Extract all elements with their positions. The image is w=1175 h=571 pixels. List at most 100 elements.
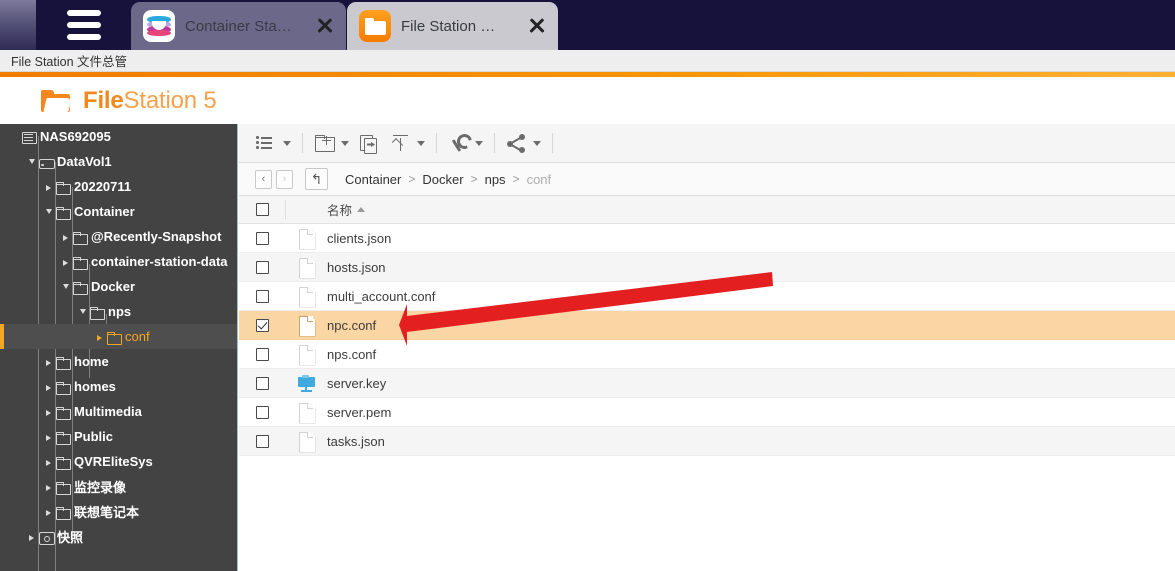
- table-row[interactable]: nps.conf: [239, 340, 1175, 369]
- tab-label: Container Sta…: [185, 17, 292, 35]
- folder-icon: [55, 504, 74, 520]
- tree-item-container[interactable]: Container: [0, 199, 237, 224]
- close-icon[interactable]: [314, 15, 336, 37]
- tree-item-20220711[interactable]: 20220711: [0, 174, 237, 199]
- breadcrumb-item-docker[interactable]: Docker: [422, 172, 463, 187]
- table-row[interactable]: multi_account.conf: [239, 282, 1175, 311]
- close-icon[interactable]: [526, 15, 548, 37]
- chevron-down-icon[interactable]: [42, 204, 55, 219]
- chevron-right-icon[interactable]: [42, 429, 55, 444]
- file-name: npc.conf: [327, 317, 377, 333]
- breadcrumb-item-nps[interactable]: nps: [485, 172, 506, 187]
- folder-icon: [55, 404, 74, 420]
- row-icon-cell: [285, 374, 327, 392]
- hamburger-icon[interactable]: [62, 4, 106, 46]
- table-row[interactable]: server.key: [239, 369, 1175, 398]
- new-folder-button[interactable]: [309, 129, 354, 157]
- copy-to-button[interactable]: [354, 129, 385, 157]
- row-checkbox[interactable]: [255, 231, 269, 245]
- tree-item-qvrelitesys[interactable]: QVREliteSys: [0, 449, 237, 474]
- tree-item-home[interactable]: home: [0, 349, 237, 374]
- tree-item-[interactable]: 监控录像: [0, 474, 237, 499]
- breadcrumb-separator: >: [470, 172, 478, 186]
- file-name: server.key: [327, 375, 387, 391]
- table-row[interactable]: tasks.json: [239, 427, 1175, 456]
- folder-icon: [55, 379, 74, 395]
- chevron-right-icon[interactable]: [59, 254, 72, 269]
- row-checkbox-cell[interactable]: [239, 289, 285, 303]
- row-checkbox[interactable]: [255, 260, 269, 274]
- tree-item-multimedia[interactable]: Multimedia: [0, 399, 237, 424]
- up-one-level-button[interactable]: ↰: [305, 168, 328, 190]
- chevron-right-icon[interactable]: [42, 479, 55, 494]
- file-list[interactable]: clients.json hosts.json multi_account.conf…: [239, 224, 1175, 456]
- chevron-down-icon[interactable]: [475, 140, 483, 146]
- table-row[interactable]: server.pem: [239, 398, 1175, 427]
- row-checkbox[interactable]: [255, 434, 269, 448]
- row-checkbox-cell[interactable]: [239, 318, 285, 332]
- chevron-right-icon[interactable]: [42, 404, 55, 419]
- folder-tree-sidebar[interactable]: NAS692095 DataVol1 20220711 Container @Recen…: [0, 124, 238, 571]
- chevron-down-icon[interactable]: [59, 279, 72, 294]
- folder-icon: [41, 89, 72, 113]
- container-station-icon: [143, 10, 175, 42]
- row-checkbox[interactable]: [255, 289, 269, 303]
- row-checkbox[interactable]: [255, 376, 269, 390]
- table-row[interactable]: npc.conf: [239, 311, 1175, 340]
- tab-file-station[interactable]: File Station …: [347, 2, 558, 50]
- back-button[interactable]: ‹: [255, 169, 272, 189]
- upload-button[interactable]: [385, 129, 430, 157]
- row-checkbox[interactable]: [255, 347, 269, 361]
- chevron-right-icon[interactable]: [25, 529, 38, 544]
- chevron-down-icon[interactable]: [533, 140, 541, 146]
- tree-item-homes[interactable]: homes: [0, 374, 237, 399]
- tab-container-station[interactable]: Container Sta…: [131, 2, 346, 50]
- select-all-cell[interactable]: [239, 203, 285, 216]
- view-mode-button[interactable]: [251, 129, 296, 157]
- select-all-checkbox[interactable]: [255, 203, 269, 216]
- row-checkbox[interactable]: [255, 405, 269, 419]
- chevron-right-icon[interactable]: [42, 179, 55, 194]
- chevron-right-icon[interactable]: [93, 329, 106, 344]
- tree-item-[interactable]: 联想笔记本: [0, 499, 237, 524]
- chevron-right-icon[interactable]: [42, 454, 55, 469]
- column-header-name[interactable]: 名称: [327, 200, 366, 219]
- breadcrumb-separator: >: [512, 172, 520, 186]
- table-row[interactable]: clients.json: [239, 224, 1175, 253]
- share-button[interactable]: [501, 129, 546, 157]
- table-row[interactable]: hosts.json: [239, 253, 1175, 282]
- volume-icon: [38, 154, 57, 170]
- tree-item-conf[interactable]: conf: [0, 324, 237, 349]
- tree-item-recently-snapshot[interactable]: @Recently-Snapshot: [0, 224, 237, 249]
- tools-button[interactable]: [443, 129, 488, 157]
- chevron-down-icon[interactable]: [76, 304, 89, 319]
- chevron-right-icon[interactable]: [42, 354, 55, 369]
- chevron-right-icon[interactable]: [42, 504, 55, 519]
- row-checkbox[interactable]: [255, 318, 269, 332]
- breadcrumb-item-container[interactable]: Container: [345, 172, 401, 187]
- tree-item-[interactable]: 快照: [0, 524, 237, 549]
- row-checkbox-cell[interactable]: [239, 434, 285, 448]
- chevron-right-icon[interactable]: [59, 229, 72, 244]
- row-checkbox-cell[interactable]: [239, 260, 285, 274]
- chevron-down-icon[interactable]: [341, 140, 349, 146]
- chevron-right-icon[interactable]: [42, 379, 55, 394]
- tree-item-docker[interactable]: Docker: [0, 274, 237, 299]
- folder-icon: [72, 279, 91, 295]
- tree-item-public[interactable]: Public: [0, 424, 237, 449]
- chevron-down-icon[interactable]: [25, 154, 38, 169]
- row-checkbox-cell[interactable]: [239, 405, 285, 419]
- chevron-down-icon[interactable]: [417, 140, 425, 146]
- row-checkbox-cell[interactable]: [239, 347, 285, 361]
- tree-item-nas692095[interactable]: NAS692095: [0, 124, 237, 149]
- forward-button[interactable]: ›: [276, 169, 293, 189]
- tree-item-container-station-data[interactable]: container-station-data: [0, 249, 237, 274]
- row-checkbox-cell[interactable]: [239, 376, 285, 390]
- file-name: clients.json: [327, 230, 392, 246]
- tab-label: File Station …: [401, 17, 496, 35]
- tree-item-label: Docker: [91, 279, 136, 294]
- tree-item-datavol1[interactable]: DataVol1: [0, 149, 237, 174]
- chevron-down-icon[interactable]: [283, 140, 291, 146]
- row-checkbox-cell[interactable]: [239, 231, 285, 245]
- tree-item-nps[interactable]: nps: [0, 299, 237, 324]
